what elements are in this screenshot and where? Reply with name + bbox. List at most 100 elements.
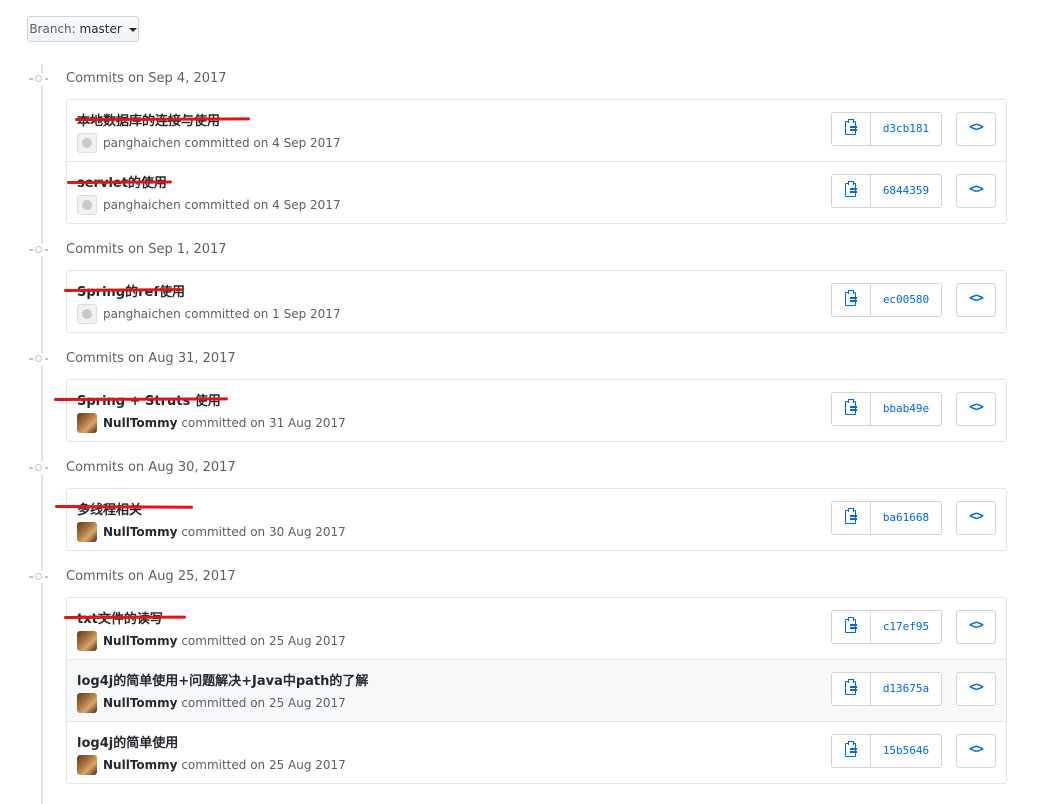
clipboard-icon (845, 741, 857, 757)
commit-group-date: Commits on Sep 4, 2017 (66, 71, 227, 86)
commit-message[interactable]: log4j的简单使用+问题解决+Java中path的了解 (77, 670, 368, 689)
avatar[interactable] (77, 522, 97, 542)
browse-repo-button[interactable]: <> (956, 610, 996, 644)
copy-sha-button[interactable] (832, 735, 871, 767)
browse-repo-button[interactable]: <> (956, 283, 996, 317)
commit-row: log4j的简单使用 NullTommy committed on 25 Aug… (67, 721, 1006, 783)
commit-message[interactable]: 多线程相关 (77, 499, 142, 518)
copy-sha-button[interactable] (832, 673, 871, 705)
commit-author[interactable]: panghaichen (103, 198, 181, 212)
commit-sha-link[interactable]: c17ef95 (871, 611, 941, 643)
clipboard-icon (845, 617, 857, 633)
commit-date: committed on 4 Sep 2017 (184, 198, 341, 212)
commit-sha-link[interactable]: d3cb181 (871, 113, 941, 145)
avatar[interactable] (77, 195, 97, 215)
copy-sha-button[interactable] (832, 175, 871, 207)
commit-group-header: Commits on Sep 1, 2017 (29, 240, 293, 260)
commit-row: 多线程相关 NullTommy committed on 30 Aug 2017… (54, 489, 1006, 550)
commit-group-header: Commits on Aug 25, 2017 (29, 567, 293, 587)
commit-row: Spring的ref使用 panghaichen committed on 1 … (63, 271, 1006, 332)
clipboard-icon (845, 508, 857, 524)
commit-author[interactable]: NullTommy (103, 416, 177, 430)
branch-value: master (79, 22, 122, 36)
clipboard-icon (845, 290, 857, 306)
commit-group-date: Commits on Aug 25, 2017 (66, 569, 236, 584)
commit-row: Spring + Struts 使用 NullTommy committed o… (53, 380, 1006, 441)
clipboard-icon (845, 181, 857, 197)
commit-row: txt文件的读写 NullTommy committed on 25 Aug 2… (63, 598, 1006, 659)
commit-sha-link[interactable]: 6844359 (871, 175, 941, 207)
commit-author[interactable]: NullTommy (103, 758, 177, 772)
browse-repo-button[interactable]: <> (956, 734, 996, 768)
commit-group-header: Commits on Aug 31, 2017 (29, 349, 293, 369)
commit-sha-group: ec00580 (831, 283, 942, 317)
commit-dot-icon (29, 571, 48, 583)
commit-list: Spring + Struts 使用 NullTommy committed o… (53, 379, 1007, 442)
browse-repo-button[interactable]: <> (956, 672, 996, 706)
avatar[interactable] (77, 755, 97, 775)
commit-group-date: Commits on Aug 30, 2017 (66, 460, 236, 475)
commit-dot-icon (29, 353, 48, 365)
commit-row: servlet的使用 panghaichen committed on 4 Se… (66, 161, 1006, 223)
commit-sha-link[interactable]: 15b5646 (871, 735, 941, 767)
red-strikethrough-mark (66, 180, 173, 184)
copy-sha-button[interactable] (832, 611, 871, 643)
commit-list: 多线程相关 NullTommy committed on 30 Aug 2017… (54, 488, 1007, 551)
avatar[interactable] (77, 631, 97, 651)
clipboard-icon (845, 679, 857, 695)
commit-date: committed on 31 Aug 2017 (181, 416, 346, 430)
commit-date: committed on 25 Aug 2017 (181, 696, 346, 710)
browse-repo-button[interactable]: <> (956, 501, 996, 535)
commit-author[interactable]: NullTommy (103, 525, 177, 539)
commit-dot-icon (29, 244, 48, 256)
commit-date: committed on 1 Sep 2017 (184, 307, 341, 321)
commit-sha-group: bbab49e (831, 392, 942, 426)
browse-repo-button[interactable]: <> (956, 392, 996, 426)
commit-sha-link[interactable]: d13675a (871, 673, 941, 705)
commit-list: txt文件的读写 NullTommy committed on 25 Aug 2… (63, 597, 1007, 784)
avatar[interactable] (77, 693, 97, 713)
avatar[interactable] (77, 133, 97, 153)
copy-sha-button[interactable] (832, 393, 871, 425)
commit-sha-group: 15b5646 (831, 734, 942, 768)
commit-sha-link[interactable]: ba61668 (871, 502, 941, 534)
commit-sha-link[interactable]: ec00580 (871, 284, 941, 316)
commit-author[interactable]: panghaichen (103, 307, 181, 321)
branch-select-button[interactable]: Branch: master (27, 16, 139, 42)
commit-sha-link[interactable]: bbab49e (871, 393, 941, 425)
commit-sha-group: 6844359 (831, 174, 942, 208)
commit-date: committed on 4 Sep 2017 (184, 136, 341, 150)
commit-group-header: Commits on Sep 4, 2017 (29, 69, 293, 89)
commit-row: 本地数据库的连接与使用 panghaichen committed on 4 S… (67, 100, 1006, 161)
commit-date: committed on 30 Aug 2017 (181, 525, 346, 539)
commit-sha-group: ba61668 (831, 501, 942, 535)
commit-author[interactable]: panghaichen (103, 136, 181, 150)
commit-author[interactable]: NullTommy (103, 634, 177, 648)
copy-sha-button[interactable] (832, 502, 871, 534)
clipboard-icon (845, 399, 857, 415)
red-strikethrough-mark (63, 615, 187, 619)
commit-list: 本地数据库的连接与使用 panghaichen committed on 4 S… (66, 99, 1007, 224)
avatar[interactable] (77, 304, 97, 324)
browse-repo-button[interactable]: <> (956, 174, 996, 208)
browse-repo-button[interactable]: <> (956, 112, 996, 146)
commit-group-date: Commits on Aug 31, 2017 (66, 351, 236, 366)
red-strikethrough-mark (53, 397, 229, 401)
avatar[interactable] (77, 413, 97, 433)
copy-sha-button[interactable] (832, 284, 871, 316)
commit-date: committed on 25 Aug 2017 (181, 758, 346, 772)
branch-label: Branch: (29, 22, 76, 36)
commit-author[interactable]: NullTommy (103, 696, 177, 710)
commit-date: committed on 25 Aug 2017 (181, 634, 346, 648)
timeline-line (41, 64, 43, 804)
commit-sha-group: d13675a (831, 672, 942, 706)
commit-sha-group: c17ef95 (831, 610, 942, 644)
copy-sha-button[interactable] (832, 113, 871, 145)
commit-group-header: Commits on Aug 30, 2017 (29, 458, 293, 478)
commit-dot-icon (29, 462, 48, 474)
commit-group-date: Commits on Sep 1, 2017 (66, 242, 227, 257)
commit-message[interactable]: log4j的简单使用 (77, 732, 178, 751)
commit-dot-icon (29, 73, 48, 85)
commit-sha-group: d3cb181 (831, 112, 942, 146)
red-strikethrough-mark (54, 505, 194, 509)
